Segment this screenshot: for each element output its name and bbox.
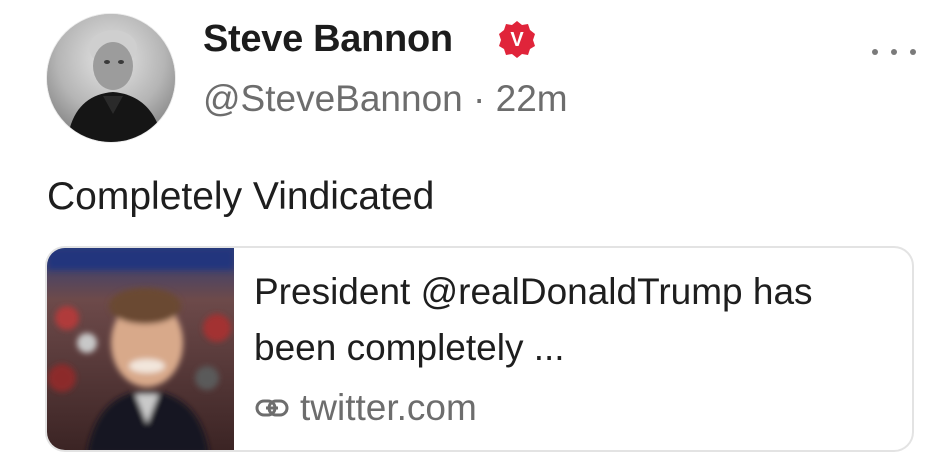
more-options-button[interactable] <box>872 40 916 64</box>
link-preview-domain: twitter.com <box>300 387 477 428</box>
link-icon <box>255 399 289 417</box>
link-preview-title: President @realDonaldTrump has been comp… <box>254 271 813 368</box>
post: Steve Bannon V @SteveBannon · 22m Comple… <box>0 0 942 464</box>
author-meta: @SteveBannon · 22m <box>203 78 568 120</box>
more-horizontal-icon <box>910 49 916 55</box>
author-handle[interactable]: @SteveBannon <box>203 78 463 119</box>
preview-photo <box>47 248 234 450</box>
author-name[interactable]: Steve Bannon <box>203 18 453 61</box>
avatar-photo <box>47 14 175 142</box>
author-avatar[interactable] <box>47 14 175 142</box>
post-timestamp[interactable]: 22m <box>496 78 568 119</box>
meta-separator: · <box>473 78 486 119</box>
link-preview-card[interactable]: President @realDonaldTrump has been comp… <box>45 246 914 452</box>
verified-badge-letter: V <box>510 29 524 51</box>
more-horizontal-icon <box>872 49 878 55</box>
post-text: Completely Vindicated <box>47 175 435 218</box>
link-preview-source: twitter.com <box>254 386 477 430</box>
link-preview-image <box>47 248 234 450</box>
verified-badge-icon: V <box>499 21 535 58</box>
more-horizontal-icon <box>891 49 897 55</box>
